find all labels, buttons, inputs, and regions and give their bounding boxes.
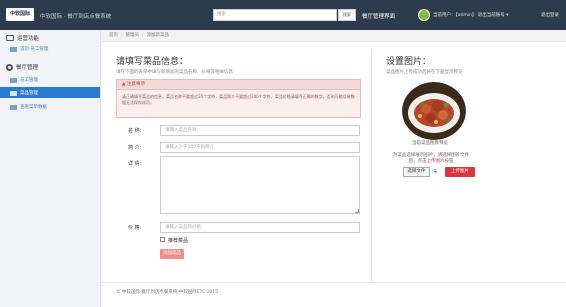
recommend-label[interactable]: 推荐菜品 (168, 237, 188, 244)
form-subtitle: 请在下面的表单中填写新增加的菜品名称、价格等相关信息 (116, 70, 233, 75)
resize-handle-icon[interactable] (355, 209, 359, 213)
brand-logo[interactable]: 中软国际 (6, 8, 34, 21)
breadcrumb-current: 添加新菜品 (146, 33, 170, 38)
breadcrumb: 首页 / 管理员 / 添加新菜品 (101, 30, 566, 42)
dish-name-input[interactable]: 请输入菜品名称 (160, 125, 360, 136)
image-panel-subtitle: 菜品图片上传成功后将在下面显示预览 (386, 70, 463, 75)
users-icon (10, 77, 17, 83)
upload-instruction-highlight: 上传图片 (426, 159, 445, 164)
panel-divider (371, 50, 372, 282)
footer-copyright: © 中软国际·餐厅到店点餐系统·中软国际ETC 2015 (116, 290, 219, 295)
notice-title: 注意事项 (126, 82, 145, 87)
dish-preview-image (402, 82, 466, 140)
sidebar-item-dishes-label[interactable]: 菜品管理 (10, 90, 38, 96)
dish-intro-input[interactable]: 请输入少于100字的简介 (160, 142, 360, 153)
sidebar-item-label: 查看菜单数据 (20, 105, 47, 110)
image-panel-title: 设置图片： (386, 57, 432, 67)
breadcrumb-home[interactable]: 首页 (109, 33, 118, 38)
search-button[interactable]: 搜索 (338, 9, 356, 21)
upload-instruction-pre: 后，点击 (408, 159, 427, 164)
price-label: 价 格: (128, 225, 142, 231)
monitor-icon (6, 35, 14, 41)
sidebar-item-label: 员工管理 (20, 78, 38, 83)
upload-instruction-2: 后，点击上传图片按钮 (386, 158, 476, 164)
sidebar-item-menu-data[interactable]: 查看菜单数据 (10, 104, 47, 110)
sidebar-item-label: 首页·员工管理 (20, 47, 49, 52)
sidebar-item-home[interactable]: 首页·员工管理 (10, 46, 48, 52)
notice-header: ▲ 注意事项 (116, 79, 361, 90)
notice-body: 请正确填写菜品的信息，菜品名称不要超过20个字符，菜品简介不要超过200个字符，… (116, 90, 361, 118)
menu-icon (10, 90, 17, 96)
intro-label: 简 介: (128, 145, 142, 151)
image-caption: 当前菜品图像预览 (412, 141, 448, 146)
gear-icon (6, 63, 13, 71)
top-navbar: 中软国际 中软国际 · 餐厅到店点餐系统 搜索 搜索 餐厅管理界面 当前用户：【… (0, 0, 566, 30)
sidebar-section-operations[interactable]: 运营功能 (6, 34, 39, 42)
recommend-checkbox[interactable] (160, 237, 165, 242)
user-avatar-icon[interactable] (418, 9, 430, 21)
dish-photo-icon (402, 82, 466, 140)
breadcrumb-separator: / (142, 33, 144, 38)
add-dish-button[interactable]: 添加菜品 (160, 249, 184, 259)
upload-instruction-post: 按钮 (444, 159, 454, 164)
breadcrumb-admin[interactable]: 管理员 (126, 33, 140, 38)
dish-price-input[interactable]: 请输入菜品的价格 (160, 222, 360, 233)
sidebar-section-label: 餐厅管理 (16, 65, 39, 71)
app-title: 中软国际 · 餐厅到店点餐系统 (40, 14, 112, 20)
current-user-menu[interactable]: 当前用户：【admin】 退出当前账号 ▾ (433, 12, 508, 18)
search-input[interactable]: 搜索 (213, 9, 337, 21)
sidebar-section-restaurant[interactable]: 餐厅管理 (6, 63, 38, 71)
no-file-label: 未 (433, 170, 438, 175)
admin-panel-label[interactable]: 餐厅管理界面 (362, 12, 395, 20)
sidebar-item-label: 菜品管理 (20, 91, 38, 96)
chart-icon (10, 104, 17, 110)
sidebar: 运营功能 首页·员工管理 餐厅管理 员工管理 菜品管理 查看菜单数据 (0, 30, 101, 307)
choose-file-button[interactable]: 选择文件 (403, 167, 430, 177)
breadcrumb-separator: / (121, 33, 123, 38)
name-label: 名 称: (128, 128, 142, 134)
home-icon (10, 46, 17, 52)
detail-label: 详 情: (128, 161, 142, 167)
footer-divider (101, 282, 566, 283)
logout-link[interactable]: 退出登录 (541, 12, 559, 18)
form-title: 请填写菜品信息： (116, 57, 189, 67)
dish-detail-textarea[interactable] (160, 156, 360, 214)
upload-image-button[interactable]: 上传图片 (445, 167, 475, 177)
sidebar-item-staff[interactable]: 员工管理 (10, 77, 38, 83)
sidebar-section-label: 运营功能 (17, 36, 40, 42)
